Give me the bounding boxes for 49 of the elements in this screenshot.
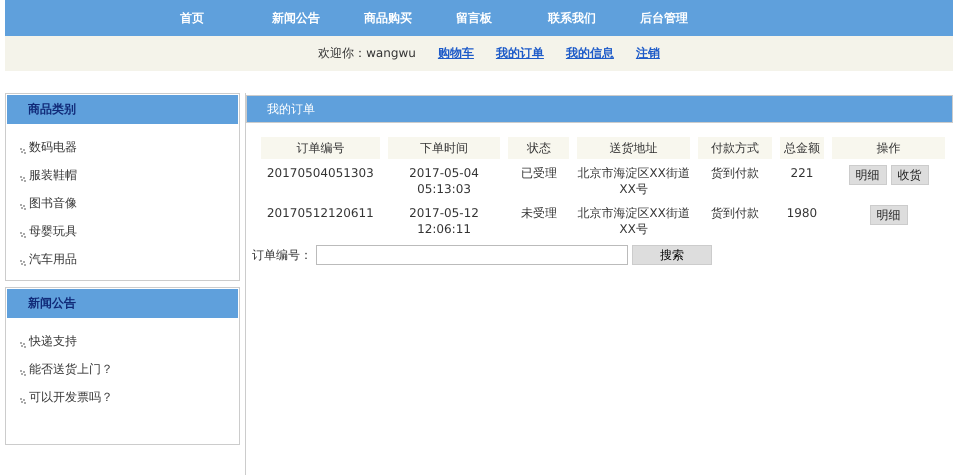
action-button[interactable]: 收货 bbox=[890, 165, 929, 185]
user-link[interactable]: 我的订单 bbox=[496, 45, 544, 62]
user-link[interactable]: 注销 bbox=[636, 45, 660, 62]
table-cell-text: 北京市海淀区XX街道XX号 bbox=[577, 165, 690, 198]
panel-title: 我的订单 bbox=[246, 95, 953, 123]
action-button[interactable]: 明细 bbox=[848, 165, 887, 185]
sidebar-link[interactable]: 可以开发票吗？ bbox=[29, 388, 113, 406]
column-header: 送货地址 bbox=[577, 137, 690, 159]
table-cell-text: 20170504051303 bbox=[266, 165, 375, 182]
sidebar-link[interactable]: 图书音像 bbox=[29, 194, 77, 212]
bullet-icon bbox=[20, 148, 26, 154]
bullet-icon bbox=[20, 370, 26, 376]
column-header: 总金额 bbox=[780, 137, 824, 159]
column-header: 订单编号 bbox=[261, 137, 380, 159]
column-header: 下单时间 bbox=[388, 137, 500, 159]
user-link[interactable]: 我的信息 bbox=[566, 45, 614, 62]
user-link[interactable]: 购物车 bbox=[438, 45, 474, 62]
bullet-icon bbox=[20, 176, 26, 182]
bullet-icon bbox=[20, 204, 26, 210]
table-cell-text: 2017-05-04 05:13:03 bbox=[408, 165, 480, 198]
sidebar-link[interactable]: 服装鞋帽 bbox=[29, 166, 77, 184]
panel-title: 新闻公告 bbox=[7, 289, 238, 318]
panel-title: 商品类别 bbox=[7, 95, 238, 124]
search-button[interactable]: 搜索 bbox=[632, 245, 712, 265]
table-cell-text: 未受理 bbox=[520, 205, 558, 222]
table-cell-text: 已受理 bbox=[520, 165, 558, 182]
sidebar-link[interactable]: 快递支持 bbox=[29, 332, 77, 350]
sidebar-link[interactable]: 汽车用品 bbox=[29, 250, 77, 268]
search-label: 订单编号： bbox=[252, 246, 312, 264]
bullet-icon bbox=[20, 232, 26, 238]
welcome-text: 欢迎你：wangwu bbox=[318, 45, 416, 62]
bullet-icon bbox=[20, 342, 26, 348]
column-header: 付款方式 bbox=[698, 137, 772, 159]
bullet-icon bbox=[20, 398, 26, 404]
sidebar-link[interactable]: 数码电器 bbox=[29, 138, 77, 156]
column-header: 操作 bbox=[832, 137, 945, 159]
table-cell-text: 货到付款 bbox=[710, 165, 760, 182]
column-header: 状态 bbox=[508, 137, 570, 159]
action-button[interactable]: 明细 bbox=[870, 205, 908, 225]
table-cell-text: 20170512120611 bbox=[266, 205, 375, 222]
sidebar-link[interactable]: 能否送货上门？ bbox=[29, 360, 113, 378]
order-number-field[interactable] bbox=[316, 245, 628, 265]
bullet-icon bbox=[20, 260, 26, 266]
sidebar-link[interactable]: 母婴玩具 bbox=[29, 222, 77, 240]
table-cell-text: 北京市海淀区XX街道XX号 bbox=[577, 205, 690, 238]
table-cell-text: 2017-05-12 12:06:11 bbox=[408, 205, 480, 238]
table-cell-text: 货到付款 bbox=[710, 205, 760, 222]
table-cell-text: 221 bbox=[789, 165, 814, 182]
table-cell-text: 1980 bbox=[786, 205, 818, 222]
